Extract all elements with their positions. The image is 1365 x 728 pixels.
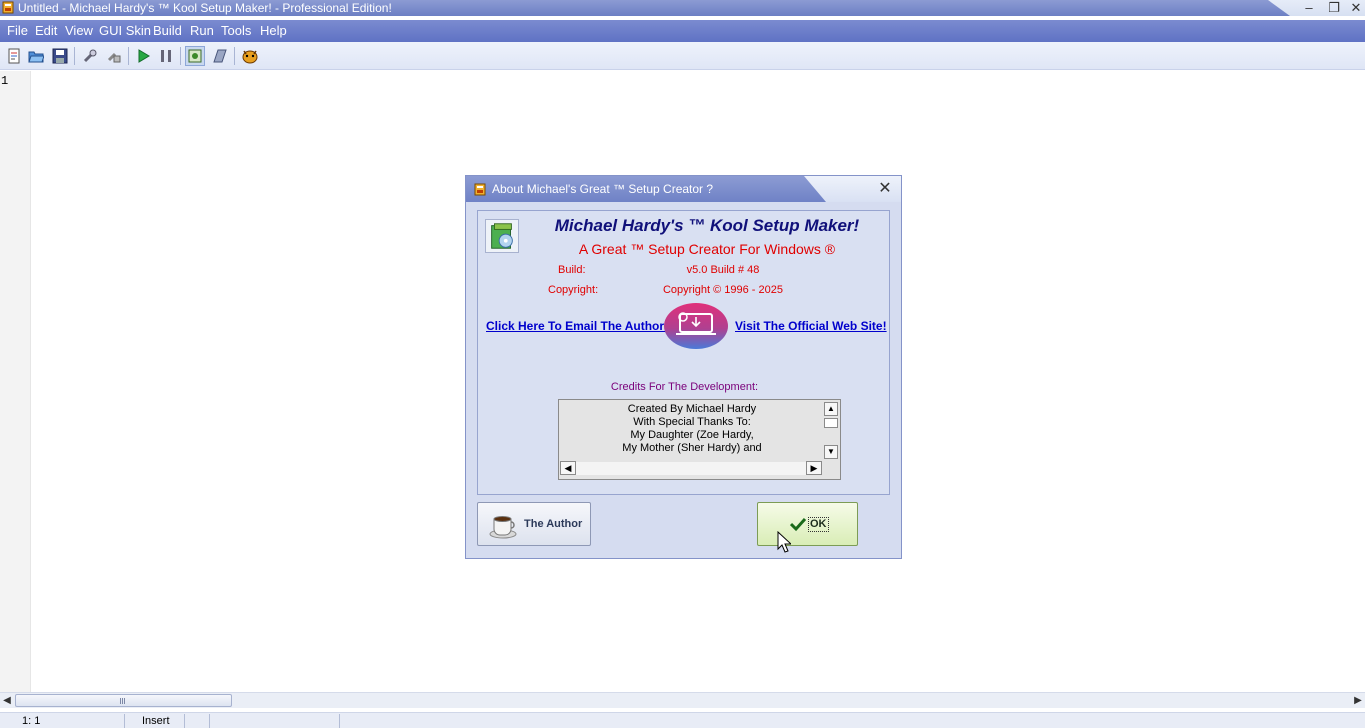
credits-line: Created By Michael Hardy (627, 403, 757, 415)
credits-line: My Mother (Sher Hardy) and (622, 442, 762, 454)
pause-icon[interactable] (156, 46, 176, 66)
dialog-app-icon (474, 183, 486, 196)
menu-view[interactable]: View (64, 20, 94, 42)
wrench-icon[interactable] (80, 46, 100, 66)
credits-textbox[interactable]: Created By Michael Hardy With Special Th… (558, 399, 841, 480)
mouse-pointer-icon (777, 531, 791, 553)
scrollbar-thumb[interactable] (15, 694, 232, 707)
copyright-value: Copyright © 1996 - 2025 (662, 284, 783, 296)
ok-label: OK (808, 517, 829, 532)
coffee-cup-icon (489, 516, 517, 539)
hand-tool-icon[interactable] (104, 46, 124, 66)
tagline: A Great ™ Setup Creator For Windows ® (578, 241, 836, 257)
credits-label: Credits For The Development: (610, 381, 759, 393)
scroll-left-arrow-icon[interactable]: ◀ (560, 461, 576, 475)
menu-file[interactable]: File (6, 20, 29, 42)
the-author-button[interactable]: The Author (477, 502, 591, 546)
close-button[interactable]: ✕ (1347, 0, 1365, 16)
ok-button[interactable]: OK (757, 502, 858, 546)
status-pane (185, 714, 210, 728)
line-number-gutter: 1 (0, 71, 31, 692)
toolbar-separator (180, 47, 181, 65)
scroll-right-arrow-icon[interactable]: ▶ (806, 461, 822, 475)
official-website-link[interactable]: Visit The Official Web Site! (735, 319, 887, 333)
credits-text: Created By Michael Hardy With Special Th… (559, 403, 825, 455)
horizontal-scrollbar[interactable]: ◀ ▶ (0, 692, 1365, 708)
checkmark-icon (790, 517, 806, 532)
about-dialog: About Michael's Great ™ Setup Creator ? … (465, 175, 902, 559)
setup-logo-icon (664, 303, 728, 349)
scroll-down-arrow-icon[interactable]: ▼ (824, 445, 838, 459)
product-name: Michael Hardy's ™ Kool Setup Maker! (554, 216, 860, 235)
edit-mode: Insert (125, 714, 185, 728)
window-titlebar[interactable]: Untitled - Michael Hardy's ™ Kool Setup … (0, 0, 1365, 16)
open-folder-icon[interactable] (26, 46, 46, 66)
menu-bar: File Edit View GUI Skin Build Run Tools … (0, 20, 1365, 42)
save-icon[interactable] (50, 46, 70, 66)
build-value: v5.0 Build # 48 (686, 264, 760, 276)
grip-icon (120, 698, 126, 704)
toolbar-separator (74, 47, 75, 65)
build-label: Build: (558, 264, 586, 276)
compile-icon[interactable] (185, 46, 205, 66)
scroll-up-arrow-icon[interactable]: ▲ (824, 402, 838, 416)
menu-help[interactable]: Help (259, 20, 288, 42)
menu-gui-skin[interactable]: GUI Skin (98, 20, 152, 42)
cursor-position: 1: 1 (0, 714, 125, 728)
status-pane (210, 714, 340, 728)
menu-run[interactable]: Run (189, 20, 215, 42)
horizontal-scrollbar-track[interactable] (576, 462, 808, 475)
dialog-title: About Michael's Great ™ Setup Creator ? (492, 182, 714, 196)
minimize-button[interactable]: – (1298, 0, 1320, 16)
toolbar-separator (128, 47, 129, 65)
restore-button[interactable]: ❐ (1323, 0, 1345, 16)
menu-tools[interactable]: Tools (220, 20, 252, 42)
toolbar-separator (234, 47, 235, 65)
window-title: Untitled - Michael Hardy's ™ Kool Setup … (18, 1, 392, 15)
new-script-icon[interactable] (4, 46, 24, 66)
vertical-scrollbar-thumb[interactable] (824, 418, 838, 428)
line-number: 1 (1, 74, 9, 88)
tiger-icon[interactable] (240, 46, 260, 66)
dialog-titlebar[interactable]: About Michael's Great ™ Setup Creator ? … (466, 176, 901, 202)
scroll-left-arrow-icon[interactable]: ◀ (0, 693, 14, 708)
credits-line: My Daughter (Zoe Hardy, (630, 429, 754, 441)
copyright-label: Copyright: (548, 284, 599, 296)
scroll-right-arrow-icon[interactable]: ▶ (1351, 693, 1365, 708)
email-author-link[interactable]: Click Here To Email The Author! (486, 319, 668, 333)
menu-edit[interactable]: Edit (34, 20, 58, 42)
the-author-label: The Author (524, 518, 583, 530)
app-icon (2, 1, 14, 14)
about-info-panel: Michael Hardy's ™ Kool Setup Maker! A Gr… (477, 210, 890, 495)
pattern-icon[interactable] (210, 46, 230, 66)
status-bar: 1: 1 Insert (0, 712, 1365, 728)
menu-build[interactable]: Build (152, 20, 183, 42)
credits-line: With Special Thanks To: (633, 416, 751, 428)
toolbar (0, 42, 1365, 70)
run-play-icon[interactable] (133, 46, 153, 66)
dialog-close-icon[interactable]: ✕ (876, 180, 894, 198)
